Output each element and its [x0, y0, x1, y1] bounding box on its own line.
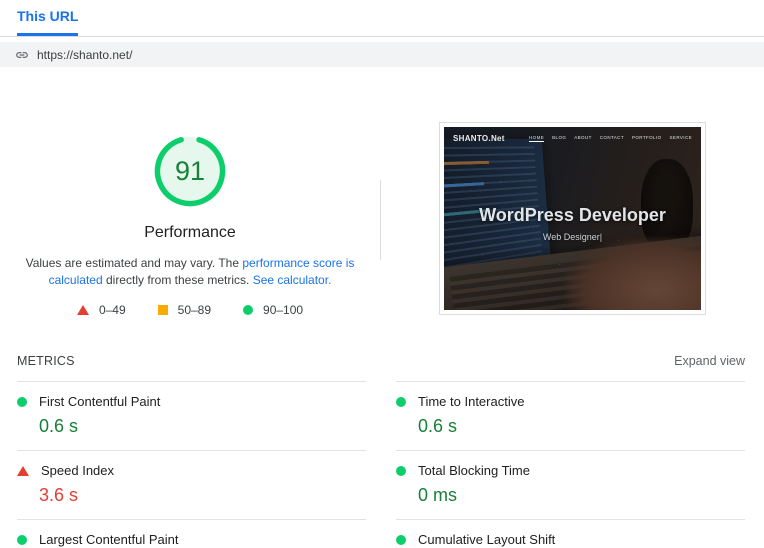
metric-largest-contentful-paint: Largest Contentful Paint 0.6 s [17, 520, 366, 548]
metrics-header: METRICS Expand view [17, 354, 745, 368]
analyzed-url-link[interactable]: https://shanto.net/ [37, 48, 132, 62]
pass-circle-icon [243, 305, 254, 315]
metric-label: First Contentful Paint [39, 394, 161, 409]
pass-circle-icon [17, 396, 27, 407]
metric-time-to-interactive: Time to Interactive 0.6 s [396, 382, 745, 451]
metric-label: Cumulative Layout Shift [418, 532, 556, 547]
site-menu-item: PORTFOLIO [631, 135, 662, 140]
pass-circle-icon [396, 465, 406, 476]
site-hero-image: SHANTO.Net HOME BLOG ABOUT CONTACT PORTF… [444, 127, 701, 310]
metric-first-contentful-paint: First Contentful Paint 0.6 s [17, 382, 366, 451]
site-logo: SHANTO.Net [453, 134, 505, 143]
disclaimer-text: Values are estimated and may vary. The [25, 256, 243, 270]
site-menu-item: BLOG [552, 135, 567, 140]
page-screenshot-thumbnail: SHANTO.Net HOME BLOG ABOUT CONTACT PORTF… [439, 122, 706, 315]
screenshot-pane: SHANTO.Net HOME BLOG ABOUT CONTACT PORTF… [381, 122, 764, 318]
site-heading: WordPress Developer [479, 205, 666, 225]
metrics-column-right: Time to Interactive 0.6 s Total Blocking… [396, 381, 745, 548]
site-menu-item: CONTACT [599, 135, 624, 140]
pass-circle-icon [396, 534, 406, 545]
disclaimer-text: directly from these metrics. [102, 273, 253, 287]
legend-range: 0–49 [98, 303, 126, 317]
performance-score: 91 [174, 155, 206, 186]
legend-item-fail: 0–49 [76, 303, 126, 317]
score-disclaimer: Values are estimated and may vary. The p… [23, 255, 357, 289]
metric-total-blocking-time: Total Blocking Time 0 ms [396, 451, 745, 520]
url-bar: https://shanto.net/ [0, 42, 764, 67]
metrics-column-left: First Contentful Paint 0.6 s Speed Index… [17, 381, 366, 548]
pass-circle-icon [17, 534, 27, 545]
site-subheading: Web Designer| [542, 232, 603, 242]
pass-circle-icon [396, 396, 406, 407]
average-square-icon [157, 305, 168, 315]
metric-label: Speed Index [41, 463, 115, 478]
performance-gauge[interactable]: 91 [152, 133, 228, 209]
see-calculator-link[interactable]: See calculator. [253, 273, 332, 287]
metric-value: 3.6 s [39, 485, 79, 505]
site-menu-item: ABOUT [574, 135, 592, 140]
performance-label: Performance [144, 224, 236, 241]
metric-speed-index: Speed Index 3.6 s [17, 451, 366, 520]
metric-value: 0.6 s [418, 416, 458, 436]
score-legend: 0–49 50–89 90–100 [76, 303, 303, 317]
metric-value: 0 ms [418, 485, 458, 505]
fail-triangle-icon [17, 465, 29, 476]
tab-bar: This URL [0, 0, 764, 37]
metric-label: Time to Interactive [418, 394, 525, 409]
tab-this-url[interactable]: This URL [17, 8, 79, 36]
legend-item-average: 50–89 [157, 303, 212, 317]
score-pane: 91 Performance Values are estimated and … [0, 122, 380, 318]
fail-triangle-icon [76, 305, 89, 315]
site-menu-item: SERVICE [669, 135, 692, 140]
summary-section: 91 Performance Values are estimated and … [0, 122, 764, 318]
legend-item-pass: 90–100 [243, 303, 303, 317]
legend-range: 90–100 [263, 303, 304, 317]
link-icon [16, 51, 28, 58]
expand-view-button[interactable]: Expand view [674, 354, 745, 368]
metric-label: Total Blocking Time [418, 463, 530, 478]
metric-label: Largest Contentful Paint [39, 532, 179, 547]
metrics-columns: First Contentful Paint 0.6 s Speed Index… [17, 381, 745, 548]
legend-range: 50–89 [177, 303, 212, 317]
metrics-title: METRICS [17, 354, 75, 368]
site-menu: HOME BLOG ABOUT CONTACT PORTFOLIO SERVIC… [529, 135, 692, 142]
metrics-section: METRICS Expand view First Contentful Pai… [0, 354, 764, 548]
site-menu-item: HOME [529, 135, 545, 142]
metric-value: 0.6 s [39, 416, 79, 436]
site-navbar: SHANTO.Net HOME BLOG ABOUT CONTACT PORTF… [444, 134, 701, 143]
metric-cumulative-layout-shift: Cumulative Layout Shift 0.021 [396, 520, 745, 548]
